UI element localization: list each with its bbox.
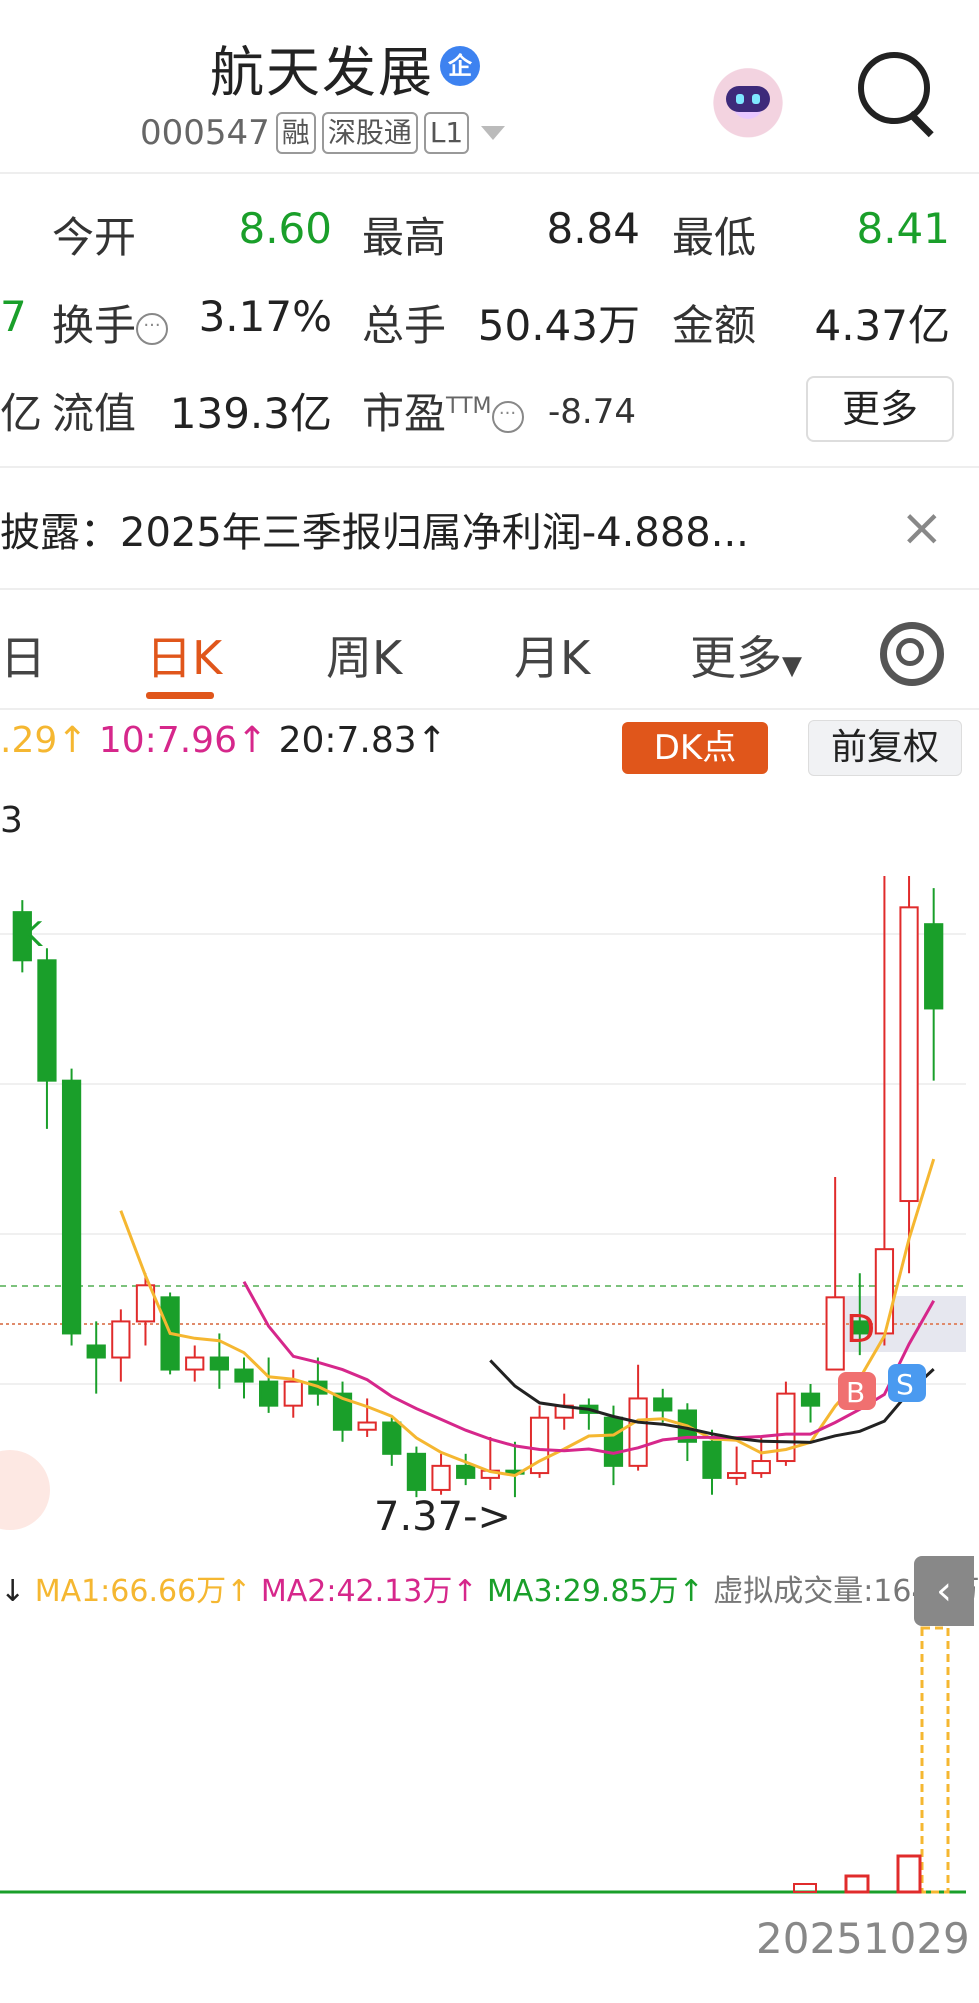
volume-bar: [844, 1874, 870, 1894]
disclosure-notice[interactable]: 披露：2025年三季报归属净利润-4.888...: [0, 500, 749, 558]
amount-value: 4.37亿: [814, 301, 950, 350]
candle: [61, 1079, 82, 1335]
search-icon-handle: [907, 111, 934, 138]
volume-chart[interactable]: [0, 1620, 966, 1900]
candle: [185, 1356, 205, 1371]
price-axis-label: 3: [0, 800, 23, 841]
close-icon[interactable]: ×: [900, 498, 944, 558]
enterprise-badge: 企: [440, 46, 480, 86]
cut-value-1: 7: [0, 292, 27, 341]
buy-signal-label: B: [846, 1376, 865, 1409]
ma5-value: .29↑: [0, 720, 88, 761]
candle: [800, 1392, 821, 1407]
candlestick-chart[interactable]: 3 K 7.37-> D B S: [0, 784, 966, 1554]
stock-title: 航天发展: [210, 41, 434, 104]
tab-more[interactable]: 更多▼: [690, 622, 802, 688]
candle: [727, 1472, 747, 1479]
candle: [603, 1416, 624, 1467]
ma20-value: 20:7.83↑: [278, 720, 447, 761]
candle: [431, 1464, 451, 1491]
d-signal-label: D: [846, 1307, 875, 1351]
dropdown-icon[interactable]: [481, 126, 506, 140]
virtual-volume-bar: [920, 1626, 950, 1894]
k-signal-label: K: [20, 915, 44, 955]
pe-value: -8.74: [548, 392, 636, 432]
candle: [456, 1464, 476, 1479]
volume-label: 总手: [362, 301, 447, 350]
divider: [0, 588, 979, 590]
candle: [702, 1440, 722, 1479]
dk-point-button[interactable]: DK点: [622, 722, 768, 774]
candle: [86, 1344, 106, 1359]
float-cap-value: 139.3亿: [169, 389, 332, 438]
open-label: 今开: [52, 213, 137, 262]
chart-date: 20251029: [756, 1914, 970, 1963]
low-price-label: 7.37->: [374, 1494, 511, 1540]
tag-level: L1: [423, 112, 470, 154]
candle: [924, 923, 944, 1010]
candle: [825, 1296, 845, 1371]
candle: [406, 1452, 427, 1491]
candle: [628, 1397, 648, 1467]
volume-bar: [896, 1854, 922, 1894]
gear-icon-center: [896, 638, 924, 666]
amount-label: 金额: [672, 301, 757, 350]
open-value: 8.60: [238, 204, 332, 253]
divider: [0, 708, 979, 710]
low-label: 最低: [672, 213, 757, 262]
collapse-chevron-icon[interactable]: ‹: [914, 1556, 974, 1626]
candle: [382, 1421, 402, 1455]
tab-monthly-k[interactable]: 月K: [514, 622, 590, 688]
adjust-button[interactable]: 前复权: [808, 720, 962, 776]
divider: [0, 466, 979, 468]
tab-minute[interactable]: 日: [0, 622, 46, 688]
tag-sz-connect: 深股通: [321, 112, 418, 154]
candle: [357, 1421, 377, 1431]
tab-weekly-k[interactable]: 周K: [326, 622, 402, 688]
info-icon[interactable]: ···: [136, 312, 169, 345]
candle: [653, 1397, 673, 1412]
candle: [283, 1380, 303, 1407]
tab-underline: [146, 692, 214, 699]
candle: [37, 959, 57, 1082]
pe-label[interactable]: 市盈TTM ···: [362, 380, 524, 441]
assistant-avatar-icon[interactable]: [700, 50, 796, 146]
volume-ma-legend: ↓ MA1:66.66万↑ MA2:42.13万↑ MA3:29.85万↑ 虚拟…: [0, 1574, 979, 1609]
candle: [751, 1460, 771, 1475]
tab-daily-k[interactable]: 日K: [146, 622, 222, 688]
float-cap-label: 流值: [52, 389, 137, 438]
stock-code-row[interactable]: 000547 融 深股通 L1: [140, 112, 506, 154]
candle: [259, 1380, 279, 1407]
high-value: 8.84: [546, 204, 640, 253]
sell-signal-label: S: [896, 1368, 914, 1401]
ma10-value: 10:7.96↑: [98, 720, 268, 761]
candle: [209, 1356, 229, 1371]
low-value: 8.41: [856, 204, 950, 253]
ma-legend: .29↑ 10:7.96↑ 20:7.83↑: [0, 720, 447, 761]
tag-margin: 融: [275, 112, 316, 154]
volume-value: 50.43万: [477, 301, 640, 350]
cut-value-2: 亿: [0, 389, 43, 438]
turnover-value: 3.17%: [198, 292, 332, 341]
turnover-label[interactable]: 换手 ···: [52, 292, 169, 353]
divider: [0, 172, 979, 174]
candle: [874, 1248, 895, 1335]
more-button[interactable]: 更多: [806, 376, 954, 442]
candle: [899, 906, 919, 1203]
stock-code: 000547: [140, 113, 270, 153]
info-icon[interactable]: ···: [491, 400, 524, 433]
high-label: 最高: [362, 213, 447, 262]
search-icon[interactable]: [858, 52, 930, 124]
candle: [234, 1368, 254, 1383]
candle: [111, 1320, 131, 1359]
